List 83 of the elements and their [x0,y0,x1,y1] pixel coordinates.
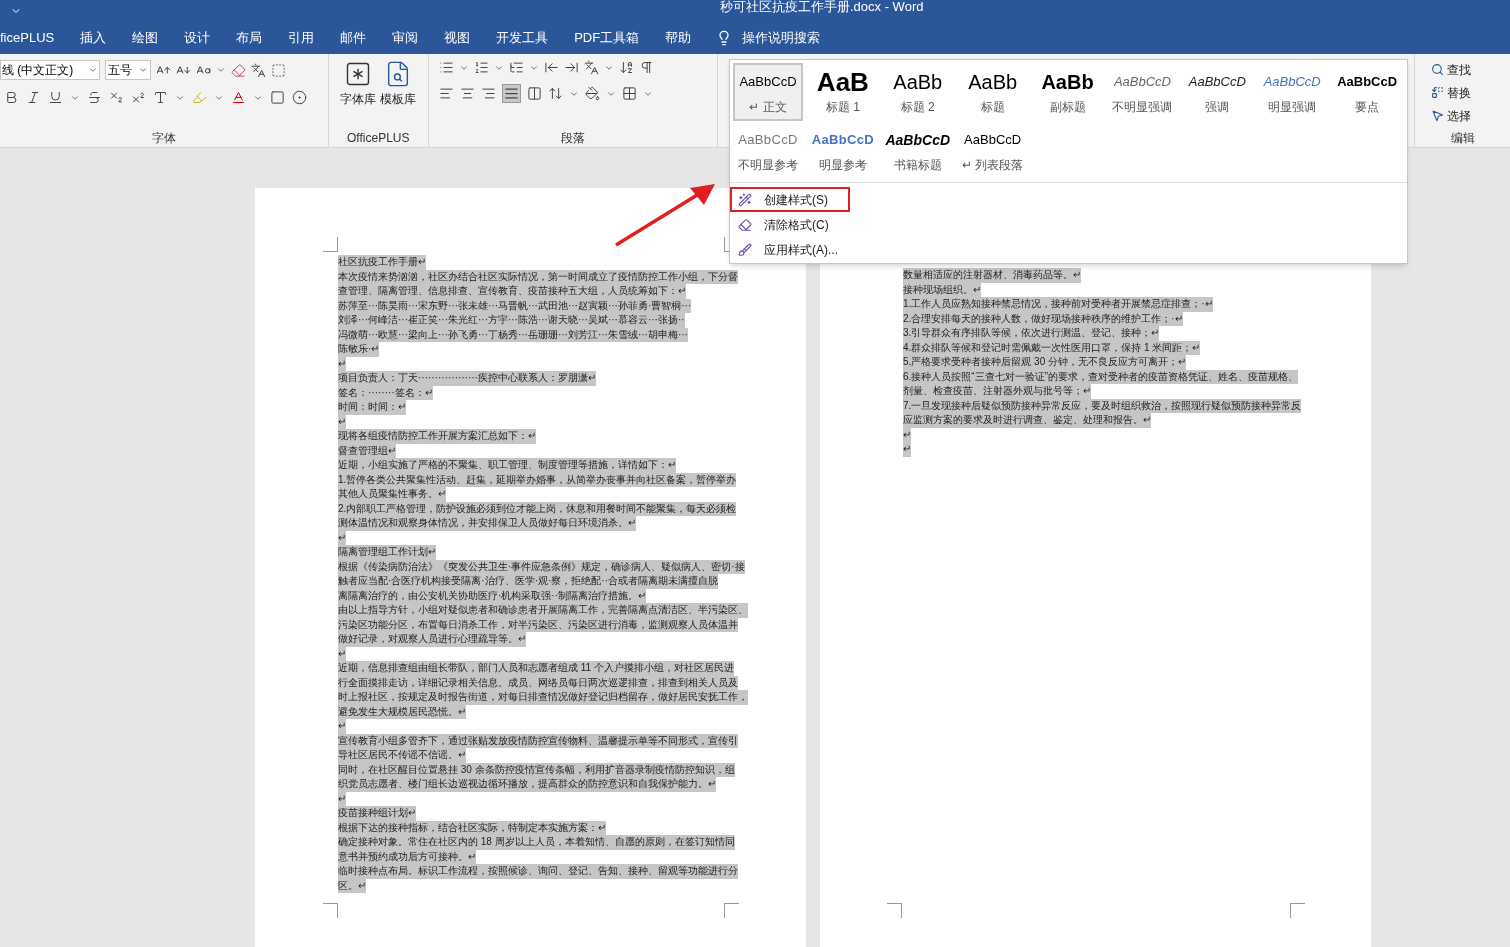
ribbon-tab[interactable]: 插入 [67,22,120,54]
bold-icon[interactable] [4,90,19,105]
caret-icon[interactable] [88,65,98,75]
group-label: OfficePLUS [346,130,411,147]
style-gallery-item[interactable]: AaBbCcD 不明显参考 [733,121,803,179]
style-command[interactable]: 创建样式(S) [730,187,850,212]
style-gallery-item[interactable]: AaBb 标题 [957,63,1028,121]
numbering-icon[interactable] [473,60,489,75]
ribbon-tab[interactable]: 设计 [171,22,224,54]
distributed-icon[interactable] [526,86,542,101]
ribbon-tab[interactable]: PDF工具箱 [561,22,653,54]
style-gallery-item[interactable]: AaBbCcD 书籍标题 [882,121,953,179]
style-gallery-item[interactable]: AaBbCcD 要点 [1332,63,1403,121]
ribbon-tab[interactable]: ficePLUS [0,22,68,54]
group-label: 编辑 [1449,130,1476,147]
create-style-icon [738,192,752,207]
cursor-icon [1431,109,1445,122]
phonetic-guide-icon[interactable] [251,62,266,78]
style-gallery-item[interactable]: AaBbCcD 不明显强调 [1107,63,1178,121]
caret-icon[interactable] [216,65,226,75]
ribbon-tab[interactable]: 引用 [275,22,328,54]
window-title: 秒可社区抗疫工作手册.docx - Word [720,0,924,14]
style-command[interactable]: 清除格式(C) [730,212,850,237]
editing-button[interactable]: 替换 [1431,83,1506,102]
group-label: 字体 [150,130,177,147]
margin-mark [1290,903,1305,918]
officeplus-button[interactable]: 模板库 [380,60,417,108]
underline-icon[interactable] [48,90,63,105]
style-gallery-item[interactable]: AaBbCcD 强调 [1182,63,1253,121]
style-gallery-item[interactable]: AaBbCcD ↵ 列表段落 [957,121,1028,179]
shading-icon[interactable] [584,86,600,101]
multilevel-list-icon[interactable] [508,60,524,75]
font-name-field[interactable]: 线 (中文正文) [0,60,100,80]
editing-button[interactable]: 选择 [1431,106,1506,125]
strikethrough-icon[interactable] [87,90,102,105]
style-gallery-item[interactable]: AaB 标题 1 [807,63,878,121]
ribbon-tab[interactable]: 邮件 [327,22,380,54]
borders-icon[interactable] [621,86,637,101]
sort-icon[interactable] [618,60,634,75]
ribbon-tab[interactable]: 开发工具 [483,22,562,54]
style-gallery-item[interactable]: AaBbCcD 明显参考 [807,121,878,179]
font-color-icon[interactable] [231,90,246,105]
eraser-icon[interactable] [231,62,246,78]
character-shading-icon[interactable] [270,90,285,105]
chinese-layout-icon[interactable] [583,60,599,75]
enclose-character-icon[interactable] [292,90,307,105]
margin-mark [323,237,338,252]
group-label: 段落 [559,130,586,147]
ribbon-tab[interactable]: 审阅 [379,22,432,54]
superscript-icon[interactable] [131,90,146,105]
ribbon-tab[interactable]: 布局 [223,22,276,54]
margin-mark [887,903,902,918]
margin-mark [323,903,338,918]
search-icon [1431,63,1445,76]
italic-icon[interactable] [26,90,41,105]
justify-button[interactable] [501,84,521,103]
margin-mark [724,903,739,918]
editing-button[interactable]: 查找 [1431,60,1506,79]
bullets-icon[interactable] [438,60,454,75]
style-gallery-item[interactable]: AaBbCcD 明显强调 [1257,63,1328,121]
font-size-field[interactable]: 五号 [105,60,151,80]
ribbon-tab[interactable]: 视图 [431,22,484,54]
tell-me-search[interactable]: 操作说明搜索 [742,28,821,48]
clear-style-icon [738,217,752,232]
replace-icon [1431,86,1445,99]
style-gallery-item[interactable]: AaBb 标题 2 [882,63,953,121]
style-gallery-item[interactable]: AaBb 副标题 [1032,63,1103,121]
increase-indent-icon[interactable] [563,60,579,75]
apply-style-icon [738,242,752,257]
ribbon-tab[interactable]: 绘图 [119,22,172,54]
text-effects-icon[interactable] [153,90,168,105]
style-gallery-item[interactable]: AaBbCcD ↵ 正文 [733,63,803,121]
subscript-icon[interactable] [109,90,124,105]
align-center-icon[interactable] [459,86,475,101]
officeplus-button[interactable]: 字体库 [340,60,377,108]
align-left-icon[interactable] [438,86,454,101]
ribbon-tab[interactable]: 帮助 [652,22,705,54]
show-marks-icon[interactable] [638,60,654,75]
decrease-indent-icon[interactable] [543,60,559,75]
align-right-icon[interactable] [480,86,496,101]
style-command[interactable]: 应用样式(A)... [730,237,850,262]
caret-icon[interactable] [138,65,148,75]
line-spacing-icon[interactable] [547,86,563,101]
